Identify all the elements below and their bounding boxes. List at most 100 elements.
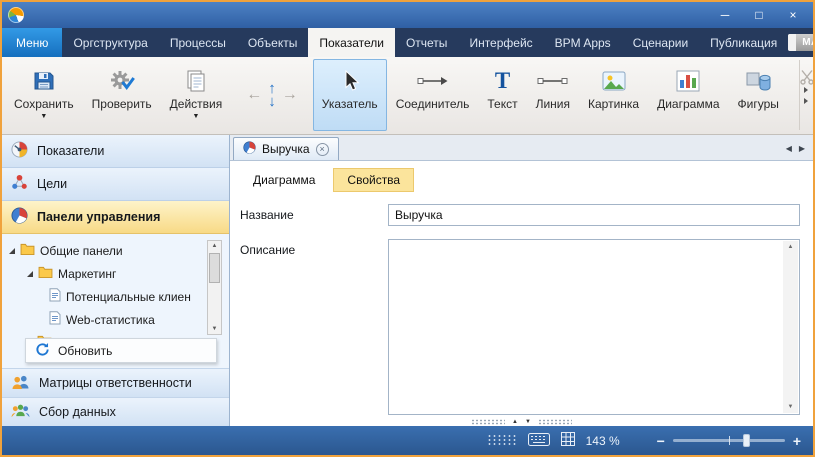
tool-connector[interactable]: Соединитель [387, 59, 479, 131]
status-bar: 143 % − + [2, 426, 813, 455]
tool-picture[interactable]: Картинка [579, 59, 648, 131]
actions-icon [185, 68, 207, 94]
tool-shapes-label: Фигуры [738, 97, 779, 111]
tab-close-button[interactable]: × [316, 143, 329, 156]
people-icon [11, 374, 30, 392]
zoom-out-button[interactable]: − [657, 433, 665, 449]
tab-reports[interactable]: Отчеты [395, 28, 458, 57]
tool-line[interactable]: Линия [527, 59, 579, 131]
dashboard-doc-icon [49, 311, 61, 328]
grid-icon[interactable] [561, 432, 575, 449]
tab-prev-button[interactable]: ◀ [786, 144, 792, 153]
save-button[interactable]: Сохранить ▼ [5, 59, 83, 131]
nav-back-button[interactable]: ← [246, 86, 262, 104]
expander-icon[interactable] [9, 248, 15, 254]
edition-badge-mark [788, 34, 796, 51]
dashboard-doc-icon [49, 288, 61, 305]
maximize-button[interactable]: □ [745, 5, 773, 25]
subtab-properties[interactable]: Свойства [333, 168, 414, 192]
overflow-arrow-icon [804, 98, 808, 104]
scroll-up-icon[interactable]: ▲ [212, 243, 218, 249]
edition-badge-label: MAX [796, 37, 815, 48]
textarea-scrollbar[interactable]: ▲ ▼ [783, 241, 798, 413]
scroll-down-icon[interactable]: ▼ [788, 404, 794, 410]
nav-updown-group: ↑ ↓ [268, 82, 276, 108]
close-button[interactable]: × [779, 5, 807, 25]
keyboard-icon[interactable] [528, 433, 550, 449]
tool-shapes[interactable]: Фигуры [729, 59, 788, 131]
nav-down-button[interactable]: ↓ [268, 95, 276, 108]
app-window: ─ □ × Меню Оргструктура Процессы Объекты… [0, 0, 815, 457]
sidebar-item-label: Цели [37, 177, 67, 191]
tree-item-label: Общие панели [40, 244, 123, 258]
tool-pointer[interactable]: Указатель [313, 59, 387, 131]
tab-orgstructure[interactable]: Оргструктура [62, 28, 158, 57]
sidebar-item-label: Сбор данных [39, 405, 116, 419]
dashboard-tree: Общие панели Маркетинг Потенциальные кли… [2, 234, 229, 368]
zoom-value: 143 % [586, 434, 626, 448]
actions-button[interactable]: Действия ▼ [161, 59, 232, 131]
edition-badge: MAX [788, 34, 815, 51]
form-row-description: Описание ▲ ▼ [240, 239, 800, 415]
splitter-down-icon[interactable]: ▼ [525, 419, 531, 425]
zoom-slider[interactable] [673, 439, 785, 442]
name-input[interactable] [388, 204, 800, 226]
sidebar-item-goals[interactable]: Цели [2, 168, 229, 201]
navigation-group: ← ↑ ↓ → [237, 59, 307, 131]
tab-objects[interactable]: Объекты [237, 28, 309, 57]
zoom-in-button[interactable]: + [793, 433, 801, 449]
app-logo-icon [8, 7, 24, 23]
tool-diagram-label: Диаграмма [657, 97, 719, 111]
save-icon [32, 68, 56, 94]
nav-forward-button[interactable]: → [282, 86, 298, 104]
description-textarea[interactable]: ▲ ▼ [388, 239, 800, 415]
tree-item-common-panels[interactable]: Общие панели [2, 239, 229, 262]
zoom-slider-thumb[interactable] [743, 434, 750, 447]
tree-item-label: Маркетинг [58, 267, 116, 281]
ribbon-overflow-strip[interactable] [799, 60, 811, 130]
tab-processes[interactable]: Процессы [159, 28, 237, 57]
subtab-diagram[interactable]: Диаграмма [239, 168, 329, 192]
menubar-right: MAX ? [788, 28, 815, 57]
refresh-label: Обновить [58, 344, 112, 358]
line-icon [537, 68, 568, 94]
tab-indicators[interactable]: Показатели [308, 28, 395, 57]
tool-diagram[interactable]: Диаграмма [648, 59, 728, 131]
overflow-arrow-icon [804, 87, 808, 93]
minimize-button[interactable]: ─ [711, 5, 739, 25]
tree-scrollbar[interactable]: ▲ ▼ [207, 240, 222, 335]
refresh-menu-item[interactable]: Обновить [25, 338, 217, 363]
tab-scenarios[interactable]: Сценарии [622, 28, 699, 57]
tool-picture-label: Картинка [588, 97, 639, 111]
tab-next-button[interactable]: ▶ [799, 144, 805, 153]
scroll-up-icon[interactable]: ▲ [788, 244, 794, 250]
check-label: Проверить [92, 97, 152, 111]
sidebar-item-indicators[interactable]: Показатели [2, 135, 229, 168]
splitter-up-icon[interactable]: ▲ [512, 419, 518, 425]
scroll-down-icon[interactable]: ▼ [212, 326, 218, 332]
sidebar-item-dashboards[interactable]: Панели управления [2, 201, 229, 234]
menu-button[interactable]: Меню [2, 28, 62, 57]
sidebar-item-label: Панели управления [37, 210, 160, 224]
tool-connector-label: Соединитель [396, 97, 470, 111]
refresh-icon [35, 342, 50, 360]
text-tool-icon: T [495, 68, 510, 94]
tool-text[interactable]: T Текст [478, 59, 526, 131]
goals-icon [11, 174, 28, 194]
document-tab-revenue[interactable]: Выручка × [233, 137, 339, 160]
sidebar-item-responsibility-matrices[interactable]: Матрицы ответственности [2, 368, 229, 397]
expander-icon[interactable] [27, 271, 33, 277]
tab-interface[interactable]: Интерфейс [458, 28, 543, 57]
bottom-panel-splitter[interactable]: ▲ ▼ [230, 418, 813, 426]
tree-item-potential-clients[interactable]: Потенциальные клиен [2, 285, 229, 308]
save-dropdown-icon: ▼ [40, 114, 47, 119]
tab-bpm-apps[interactable]: BPM Apps [544, 28, 622, 57]
tree-item-web-statistics[interactable]: Web-статистика [2, 308, 229, 331]
scrollbar-thumb[interactable] [209, 253, 220, 283]
properties-form: Название Описание ▲ ▼ [230, 192, 813, 418]
sidebar-item-data-collection[interactable]: Сбор данных [2, 397, 229, 426]
tree-item-marketing[interactable]: Маркетинг [2, 262, 229, 285]
grip-dots-icon [487, 434, 517, 447]
check-button[interactable]: Проверить [83, 59, 161, 131]
tab-publication[interactable]: Публикация [699, 28, 788, 57]
